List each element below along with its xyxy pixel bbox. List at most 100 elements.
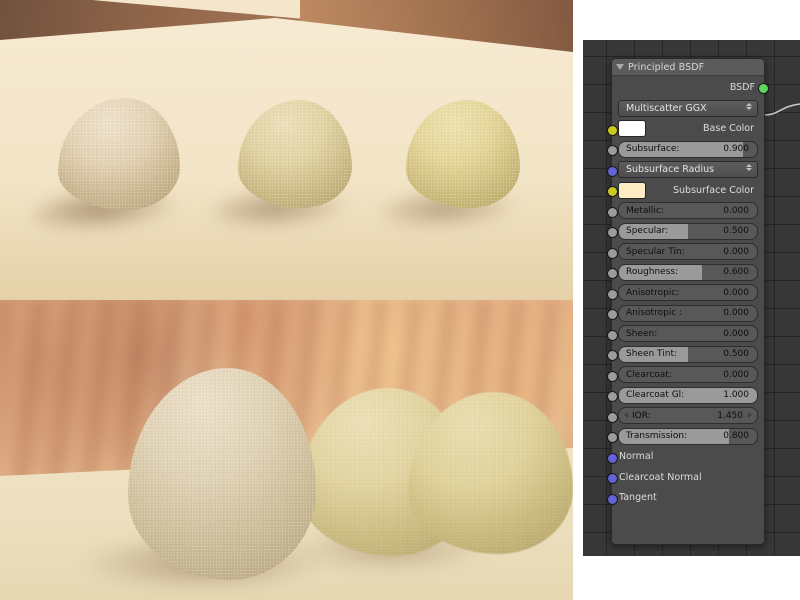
value-slider[interactable]: Roughness: 0.600: [618, 263, 758, 281]
value-socket[interactable]: [607, 288, 618, 300]
distribution-dropdown[interactable]: Multiscatter GGX: [618, 99, 758, 117]
triangle-down-icon[interactable]: [616, 64, 624, 70]
value-socket[interactable]: [607, 145, 618, 156]
node-property-row[interactable]: Sheen: 0.000: [607, 324, 764, 345]
node-property-row[interactable]: Base Color: [607, 119, 764, 140]
input-label: Subsurface Radius: [626, 164, 715, 176]
color-socket[interactable]: [607, 186, 618, 197]
color-swatch[interactable]: [618, 181, 646, 199]
input-label: Subsurface Color: [672, 184, 754, 196]
value-slider[interactable]: Sheen: 0.000: [618, 325, 758, 343]
distribution-label: Multiscatter GGX: [626, 102, 707, 114]
node-output-bsdf[interactable]: BSDF: [612, 76, 769, 98]
node-input-row[interactable]: Normal: [607, 447, 764, 468]
input-value: 0.600: [723, 267, 749, 278]
value-socket[interactable]: [607, 411, 618, 423]
input-value: 1.000: [723, 390, 749, 401]
input-label: Anisotropic:: [626, 287, 680, 298]
value-socket[interactable]: [607, 247, 618, 259]
value-slider[interactable]: Clearcoat: 0.000: [618, 366, 758, 384]
value-socket[interactable]: [607, 350, 618, 361]
node-property-row[interactable]: Anisotropic : 0.000: [607, 303, 764, 324]
node-property-row[interactable]: IOR: 1.450: [607, 406, 764, 427]
value-socket[interactable]: [607, 329, 618, 341]
node-property-row[interactable]: Clearcoat: 0.000: [607, 365, 764, 386]
color-swatch[interactable]: [618, 120, 646, 138]
updown-arrows-icon[interactable]: [746, 102, 752, 110]
render-preview-top: [0, 0, 573, 300]
value-stepper[interactable]: IOR: 1.450: [618, 407, 758, 425]
node-property-row[interactable]: Subsurface Radius: [607, 160, 764, 181]
value-slider[interactable]: Specular Tin: 0.000: [618, 243, 758, 261]
app-root: Principled BSDF BSDF Multiscatter GGX Ba…: [0, 0, 800, 600]
input-value: 0.500: [723, 349, 749, 360]
value-socket[interactable]: [607, 432, 618, 443]
input-value: 0.000: [723, 287, 749, 298]
node-property-row[interactable]: Subsurface Color: [607, 180, 764, 201]
value-socket[interactable]: [607, 391, 618, 402]
input-label: Subsurface:: [626, 144, 680, 155]
value-socket[interactable]: [607, 309, 618, 320]
node-property-row[interactable]: Transmission: 0.800: [607, 426, 764, 447]
input-label: Metallic:: [626, 205, 664, 216]
value-socket[interactable]: [607, 370, 618, 382]
render-preview-bottom: [0, 300, 573, 600]
node-property-row[interactable]: Roughness: 0.600: [607, 262, 764, 283]
input-label: Clearcoat:: [626, 369, 672, 380]
vector-socket[interactable]: [607, 493, 618, 505]
value-slider[interactable]: Sheen Tint: 0.500: [618, 345, 758, 363]
input-dropdown[interactable]: Subsurface Radius: [618, 161, 758, 179]
input-value: 0.000: [723, 308, 749, 319]
node-title: Principled BSDF: [628, 61, 705, 73]
value-slider[interactable]: Metallic: 0.000: [618, 202, 758, 220]
node-property-row[interactable]: Specular Tin: 0.000: [607, 242, 764, 263]
input-value: 0.900: [723, 144, 749, 155]
value-socket[interactable]: [607, 268, 618, 279]
color-socket[interactable]: [607, 124, 618, 136]
input-value: 0.000: [723, 205, 749, 216]
value-socket[interactable]: [607, 227, 618, 238]
input-value: 0.000: [723, 369, 749, 380]
value-slider[interactable]: Anisotropic : 0.000: [618, 304, 758, 322]
input-label: Specular:: [626, 226, 669, 237]
input-label: Clearcoat Normal: [619, 471, 702, 483]
input-value: 1.450: [717, 410, 743, 421]
node-property-row[interactable]: Subsurface: 0.900: [607, 139, 764, 160]
input-label: Clearcoat Gl:: [626, 390, 685, 401]
node-property-row[interactable]: Metallic: 0.000: [607, 201, 764, 222]
node-property-row[interactable]: Anisotropic: 0.000: [607, 283, 764, 304]
node-property-row[interactable]: Specular: 0.500: [607, 221, 764, 242]
value-socket[interactable]: [607, 206, 618, 218]
value-slider[interactable]: Specular: 0.500: [618, 222, 758, 240]
input-value: 0.000: [723, 246, 749, 257]
input-label: Normal: [619, 451, 654, 463]
shader-socket[interactable]: [758, 83, 769, 94]
value-slider[interactable]: Transmission: 0.800: [618, 427, 758, 445]
vector-socket[interactable]: [607, 165, 618, 177]
node-inputs-list: Base Color Subsurface: 0.900 Subsurface Rad…: [607, 119, 764, 509]
input-label: Sheen:: [626, 328, 658, 339]
value-slider[interactable]: Subsurface: 0.900: [618, 140, 758, 158]
updown-arrows-icon[interactable]: [746, 164, 752, 172]
vector-socket[interactable]: [607, 452, 618, 464]
node-header[interactable]: Principled BSDF: [612, 59, 764, 76]
principled-bsdf-node[interactable]: Principled BSDF BSDF Multiscatter GGX Ba…: [607, 58, 769, 545]
node-body: BSDF Multiscatter GGX Base Color Subsurfa…: [607, 76, 769, 509]
input-label: Base Color: [703, 123, 754, 135]
input-value: 0.500: [723, 226, 749, 237]
output-label: BSDF: [729, 81, 755, 93]
input-label: IOR:: [632, 410, 651, 421]
input-label: Anisotropic :: [626, 308, 683, 319]
node-input-row[interactable]: Tangent: [607, 488, 764, 509]
input-value: 0.000: [723, 328, 749, 339]
distribution-row[interactable]: Multiscatter GGX: [612, 98, 764, 119]
shader-node-editor[interactable]: Principled BSDF BSDF Multiscatter GGX Ba…: [583, 40, 800, 556]
input-label: Tangent: [619, 492, 657, 504]
node-property-row[interactable]: Sheen Tint: 0.500: [607, 344, 764, 365]
node-input-row[interactable]: Clearcoat Normal: [607, 467, 764, 488]
value-slider[interactable]: Anisotropic: 0.000: [618, 284, 758, 302]
value-slider[interactable]: Clearcoat Gl: 1.000: [618, 386, 758, 404]
node-property-row[interactable]: Clearcoat Gl: 1.000: [607, 385, 764, 406]
input-label: Specular Tin:: [626, 246, 685, 257]
vector-socket[interactable]: [607, 473, 618, 484]
